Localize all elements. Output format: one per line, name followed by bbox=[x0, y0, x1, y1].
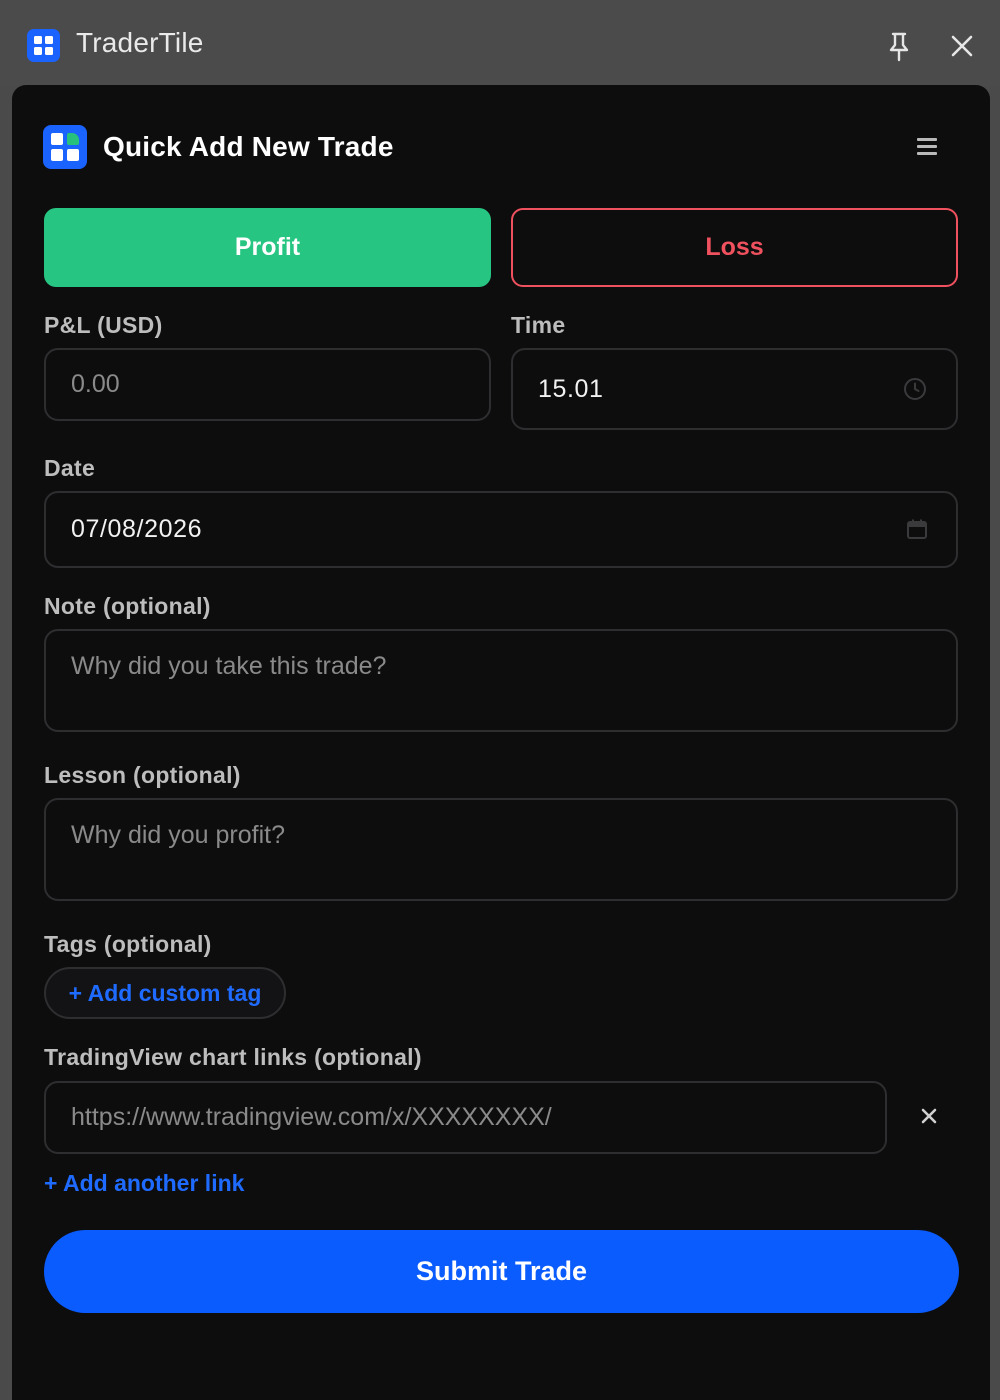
date-label: Date bbox=[44, 455, 96, 481]
tags-label: Tags (optional) bbox=[44, 931, 212, 957]
menu-icon[interactable] bbox=[917, 138, 937, 156]
window-title: TraderTile bbox=[76, 27, 204, 58]
app-grid-icon bbox=[27, 29, 60, 62]
date-input[interactable]: 07/08/2026 bbox=[44, 491, 958, 568]
app-logo-icon bbox=[43, 125, 87, 169]
pnl-input[interactable]: 0.00 bbox=[44, 348, 491, 421]
lesson-label: Lesson (optional) bbox=[44, 762, 241, 788]
panel-title: Quick Add New Trade bbox=[103, 131, 394, 162]
lesson-textarea[interactable]: Why did you profit? bbox=[44, 798, 958, 901]
calendar-icon[interactable] bbox=[906, 518, 928, 540]
quick-add-panel: Quick Add New Trade Profit Loss P&L (USD… bbox=[12, 85, 990, 1400]
pin-icon[interactable] bbox=[884, 30, 914, 62]
profit-button[interactable]: Profit bbox=[44, 208, 491, 287]
x-icon[interactable] bbox=[920, 1107, 938, 1125]
clock-icon[interactable] bbox=[903, 377, 927, 401]
chart-links-label: TradingView chart links (optional) bbox=[44, 1044, 422, 1070]
note-label: Note (optional) bbox=[44, 593, 211, 619]
loss-button[interactable]: Loss bbox=[511, 208, 958, 287]
add-custom-tag-button[interactable]: + Add custom tag bbox=[44, 967, 286, 1019]
time-input[interactable]: 15.01 bbox=[511, 348, 958, 430]
pnl-label: P&L (USD) bbox=[44, 312, 163, 338]
add-another-link-button[interactable]: + Add another link bbox=[44, 1170, 244, 1197]
note-textarea[interactable]: Why did you take this trade? bbox=[44, 629, 958, 732]
submit-trade-button[interactable]: Submit Trade bbox=[44, 1230, 959, 1313]
time-value: 15.01 bbox=[538, 375, 604, 403]
chart-link-input[interactable]: https://www.tradingview.com/x/XXXXXXXX/ bbox=[44, 1081, 887, 1154]
date-value: 07/08/2026 bbox=[71, 515, 203, 543]
close-icon[interactable] bbox=[946, 30, 978, 62]
window-titlebar: TraderTile bbox=[0, 0, 1000, 86]
time-label: Time bbox=[511, 312, 566, 338]
